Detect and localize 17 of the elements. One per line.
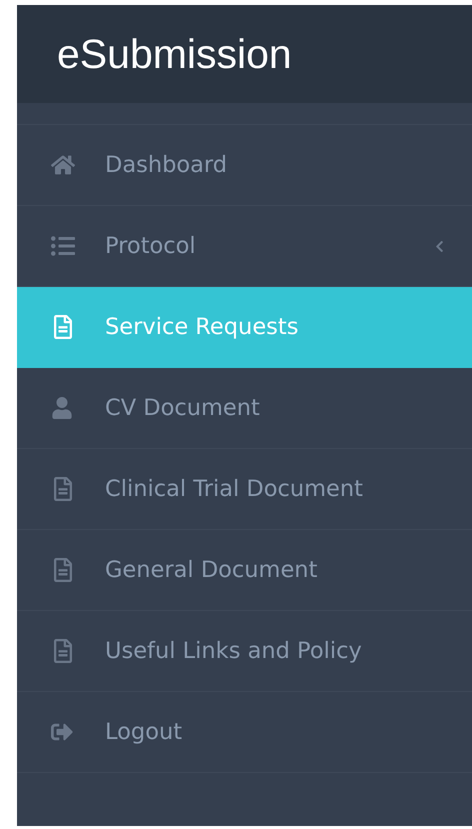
document-icon	[51, 639, 75, 663]
logout-icon	[51, 721, 73, 743]
menu-item[interactable]: Service Requests	[17, 287, 472, 368]
menu-item[interactable]: General Document	[17, 530, 472, 611]
home-icon	[51, 153, 75, 177]
menu-item[interactable]: CV Document	[17, 368, 472, 449]
document-icon	[51, 558, 75, 582]
menu-item[interactable]: Useful Links and Policy	[17, 611, 472, 692]
document-icon	[51, 315, 75, 339]
menu-item[interactable]: Clinical Trial Document	[17, 449, 472, 530]
menu-item[interactable]: Logout	[17, 692, 472, 773]
brand-title: eSubmission	[57, 30, 292, 78]
document-icon	[51, 477, 75, 501]
menu-item[interactable]: Dashboard	[17, 125, 472, 206]
list-icon	[51, 234, 75, 258]
user-icon	[51, 397, 73, 419]
chevron-left-icon	[433, 240, 446, 252]
